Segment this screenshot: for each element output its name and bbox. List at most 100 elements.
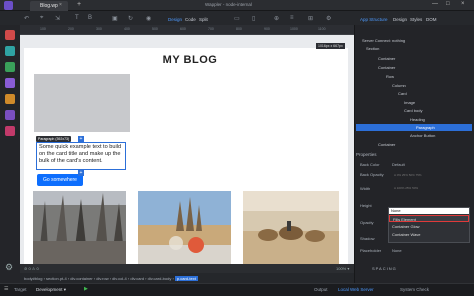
- globe-icon[interactable]: ⊕: [274, 15, 279, 22]
- menu-icon[interactable]: ☰: [4, 286, 8, 292]
- mode-dom[interactable]: DOM: [426, 17, 437, 22]
- files-icon[interactable]: [5, 30, 15, 40]
- tree-item[interactable]: Row: [356, 73, 394, 80]
- undo-icon[interactable]: ↶: [24, 15, 29, 22]
- database-icon[interactable]: [5, 94, 15, 104]
- git-icon[interactable]: [5, 78, 15, 88]
- mode-code[interactable]: Code: [185, 17, 196, 22]
- cathedral-photo[interactable]: [33, 191, 126, 264]
- preview-icon[interactable]: ◉: [146, 15, 151, 22]
- library-icon[interactable]: [5, 110, 15, 120]
- spacing-header: SPACING: [372, 266, 397, 271]
- back-opacity-label: Back Opacity: [360, 172, 384, 177]
- components-icon[interactable]: [5, 46, 15, 56]
- canvas-status-bar: ⊘ 0 ⚠ 0 100% ▾: [20, 264, 354, 273]
- dropdown-value[interactable]: None: [389, 208, 469, 214]
- sagrada-photo[interactable]: [138, 191, 231, 264]
- scale-step: 50%: [412, 186, 419, 190]
- tab-blog[interactable]: Blog.wp: [30, 1, 68, 11]
- tree-item[interactable]: Card: [356, 90, 407, 97]
- tree-item-selected[interactable]: Paragraph: [356, 124, 472, 131]
- page-title[interactable]: MY BLOG: [150, 54, 230, 66]
- output-tab[interactable]: Output: [314, 287, 328, 292]
- mode-styles[interactable]: Styles: [410, 17, 422, 22]
- maximize-icon[interactable]: □: [446, 1, 450, 7]
- width-scale[interactable]: A 100% 25% 50%: [394, 186, 418, 190]
- card-image[interactable]: [34, 74, 130, 132]
- scale-step: A: [394, 186, 396, 190]
- stack-icon[interactable]: [5, 62, 15, 72]
- properties-header: Properties: [356, 152, 377, 157]
- issues-count[interactable]: ⊘ 0 ⚠ 0: [24, 266, 39, 271]
- export-icon[interactable]: ⇲: [55, 15, 60, 22]
- zoom-level[interactable]: 100% ▾: [336, 266, 349, 271]
- placeholder-label: Placeholder: [360, 248, 382, 253]
- dropdown-option[interactable]: Container Wave: [389, 231, 469, 238]
- close-window-icon[interactable]: ×: [461, 1, 465, 7]
- breadcrumb-item[interactable]: div.col-4: [112, 276, 127, 281]
- tree-item[interactable]: Section: [356, 45, 379, 52]
- pin-icon[interactable]: ⌖: [40, 15, 43, 22]
- web-server-status[interactable]: Local Web Server: [338, 287, 374, 292]
- mode-design[interactable]: Design: [168, 17, 182, 22]
- breadcrumb-item[interactable]: div.container: [70, 276, 92, 281]
- camels-photo[interactable]: [243, 191, 339, 264]
- tree-item[interactable]: Server Connect: nothing: [356, 37, 405, 44]
- layers-icon[interactable]: ≡: [290, 15, 294, 21]
- add-element-icon[interactable]: +: [78, 136, 84, 142]
- add-tab-icon[interactable]: +: [77, 1, 81, 8]
- tree-item[interactable]: Heading: [356, 116, 425, 123]
- breadcrumb-active[interactable]: p.card-text: [174, 276, 198, 281]
- app-menu-icon[interactable]: [4, 1, 13, 10]
- dropdown-option[interactable]: Fills Element: [389, 215, 469, 222]
- system-check[interactable]: System Check: [400, 287, 429, 292]
- bold-icon[interactable]: B: [88, 15, 92, 21]
- gear-icon[interactable]: ⚙: [5, 262, 13, 273]
- tree-item[interactable]: Card body: [356, 107, 422, 114]
- tree-item[interactable]: Container: [356, 55, 395, 62]
- breadcrumb: body#blog › section.pt-4 › div.container…: [20, 273, 354, 283]
- mode-design-panel[interactable]: Design: [393, 17, 407, 22]
- placeholder-value[interactable]: None: [392, 248, 402, 253]
- ruler-tick: 500: [152, 27, 158, 31]
- close-tab-icon[interactable]: ×: [59, 2, 62, 8]
- grid-icon[interactable]: ⊞: [308, 15, 313, 22]
- mode-split[interactable]: Split: [199, 17, 208, 22]
- scale-step: 0%: [396, 173, 402, 177]
- go-somewhere-button[interactable]: Go somewhere: [37, 174, 83, 186]
- breadcrumb-item[interactable]: div.card-body: [148, 276, 172, 281]
- opacity-scale[interactable]: A 0% 25% 50% 75%: [394, 173, 422, 177]
- run-icon[interactable]: ▶: [84, 286, 88, 292]
- back-color-value[interactable]: Default: [392, 162, 405, 167]
- ruler-tick: 100: [40, 27, 46, 31]
- breadcrumb-item[interactable]: div.card: [130, 276, 144, 281]
- card-text[interactable]: Some quick example text to build on the …: [39, 144, 125, 166]
- ruler-tick: 1100: [318, 27, 326, 31]
- text-icon[interactable]: T: [75, 15, 79, 21]
- mode-app-structure[interactable]: App Structure: [360, 17, 388, 22]
- settings-icon[interactable]: ⚙: [326, 15, 331, 22]
- save-icon[interactable]: ▣: [112, 15, 118, 22]
- ruler-tick: 300: [96, 27, 102, 31]
- search-icon[interactable]: [5, 126, 15, 136]
- tree-item[interactable]: Container: [356, 64, 395, 71]
- tree-item[interactable]: Container: [356, 141, 395, 148]
- minimize-icon[interactable]: —: [432, 1, 438, 7]
- window-title: Wappler - node-internal: [205, 2, 252, 7]
- add-element-icon[interactable]: +: [78, 170, 84, 176]
- tree-item[interactable]: Column: [356, 82, 406, 89]
- dropdown-option[interactable]: Container Glow: [389, 223, 469, 230]
- breadcrumb-item[interactable]: section.pt-4: [46, 276, 67, 281]
- scale-step: 25%: [401, 173, 408, 177]
- breadcrumb-item[interactable]: div.row: [96, 276, 108, 281]
- mobile-icon[interactable]: ▯: [252, 15, 255, 22]
- tree-item[interactable]: Anchor Button: [356, 132, 435, 139]
- back-color-label: Back Color: [360, 162, 380, 167]
- ruler-tick: 600: [180, 27, 186, 31]
- desktop-icon[interactable]: ▭: [234, 15, 240, 22]
- breadcrumb-item[interactable]: body#blog: [24, 276, 42, 281]
- target-select[interactable]: Development ▾: [36, 287, 66, 293]
- refresh-icon[interactable]: ↻: [128, 15, 133, 22]
- tree-item[interactable]: Image: [356, 99, 415, 106]
- opacity-label: Opacity: [360, 220, 374, 225]
